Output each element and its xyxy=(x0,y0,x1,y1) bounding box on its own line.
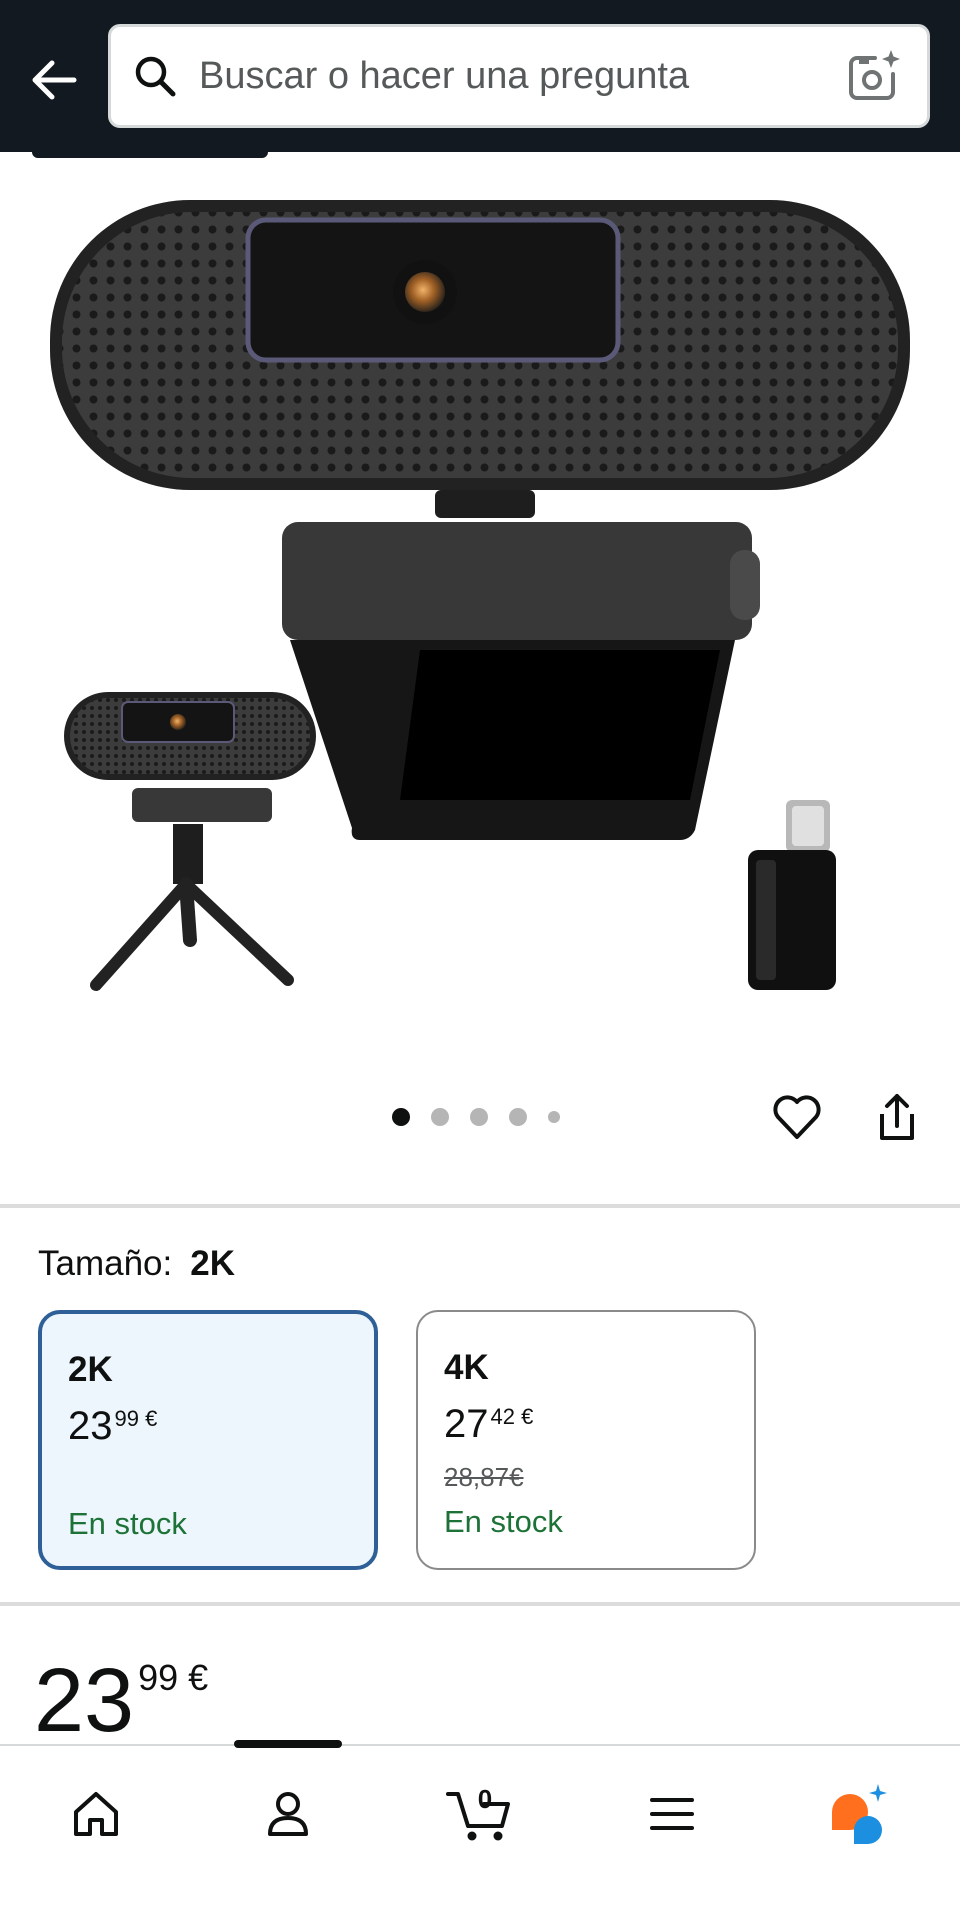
carousel-dot[interactable] xyxy=(470,1108,488,1126)
product-price: 23 99 € xyxy=(34,1656,208,1746)
top-header: Buscar o hacer una pregunta xyxy=(0,0,960,152)
nav-rufus[interactable] xyxy=(800,1774,920,1854)
hamburger-menu-icon xyxy=(650,1798,694,1830)
option-price: 2742 € xyxy=(444,1402,534,1446)
back-button[interactable] xyxy=(24,50,84,110)
carousel-dot[interactable] xyxy=(392,1108,410,1126)
option-name: 4K xyxy=(444,1348,489,1387)
nav-account[interactable] xyxy=(228,1774,348,1854)
cart-icon: 0 xyxy=(446,1784,510,1841)
price-fraction: 99 € xyxy=(138,1657,209,1698)
search-icon xyxy=(133,54,177,98)
option-price: 2399 € xyxy=(68,1404,158,1448)
carousel-dots xyxy=(392,1108,560,1126)
tab-indicator xyxy=(32,152,268,158)
rufus-ai-icon xyxy=(832,1784,887,1844)
price-whole: 23 xyxy=(34,1651,135,1751)
size-selected-value: 2K xyxy=(190,1244,235,1283)
nav-home[interactable] xyxy=(36,1774,156,1854)
section-divider xyxy=(0,1602,960,1606)
carousel-dot[interactable] xyxy=(548,1111,560,1123)
carousel-dot[interactable] xyxy=(509,1108,527,1126)
arrow-left-icon xyxy=(32,60,77,100)
option-name: 2K xyxy=(68,1350,113,1389)
nav-active-indicator xyxy=(234,1740,342,1748)
carousel-dot[interactable] xyxy=(431,1108,449,1126)
favorite-button[interactable] xyxy=(770,1090,824,1144)
size-label: Tamaño: 2K xyxy=(38,1244,235,1284)
option-list-price: 28,87€ xyxy=(444,1462,524,1492)
share-button[interactable] xyxy=(870,1090,924,1144)
search-placeholder: Buscar o hacer una pregunta xyxy=(199,54,690,97)
share-icon xyxy=(880,1094,914,1140)
section-divider xyxy=(0,1204,960,1208)
option-stock: En stock xyxy=(68,1506,187,1541)
size-label-text: Tamaño: xyxy=(38,1244,173,1283)
product-image[interactable] xyxy=(0,160,960,1040)
search-input[interactable]: Buscar o hacer una pregunta xyxy=(108,24,930,128)
nav-menu[interactable] xyxy=(612,1774,732,1854)
heart-icon xyxy=(773,1095,821,1139)
cart-count: 0 xyxy=(478,1784,492,1814)
size-option-4k[interactable]: 4K 2742 € 28,87€ En stock xyxy=(416,1310,756,1570)
person-icon xyxy=(268,1792,308,1836)
webcam-illustration xyxy=(50,200,910,991)
camera-ai-icon[interactable] xyxy=(841,44,905,108)
option-stock: En stock xyxy=(444,1504,563,1539)
home-icon xyxy=(74,1792,118,1836)
size-option-2k[interactable]: 2K 2399 € En stock xyxy=(38,1310,378,1570)
bottom-nav: 0 xyxy=(0,1740,960,1912)
nav-cart[interactable]: 0 xyxy=(420,1774,540,1854)
